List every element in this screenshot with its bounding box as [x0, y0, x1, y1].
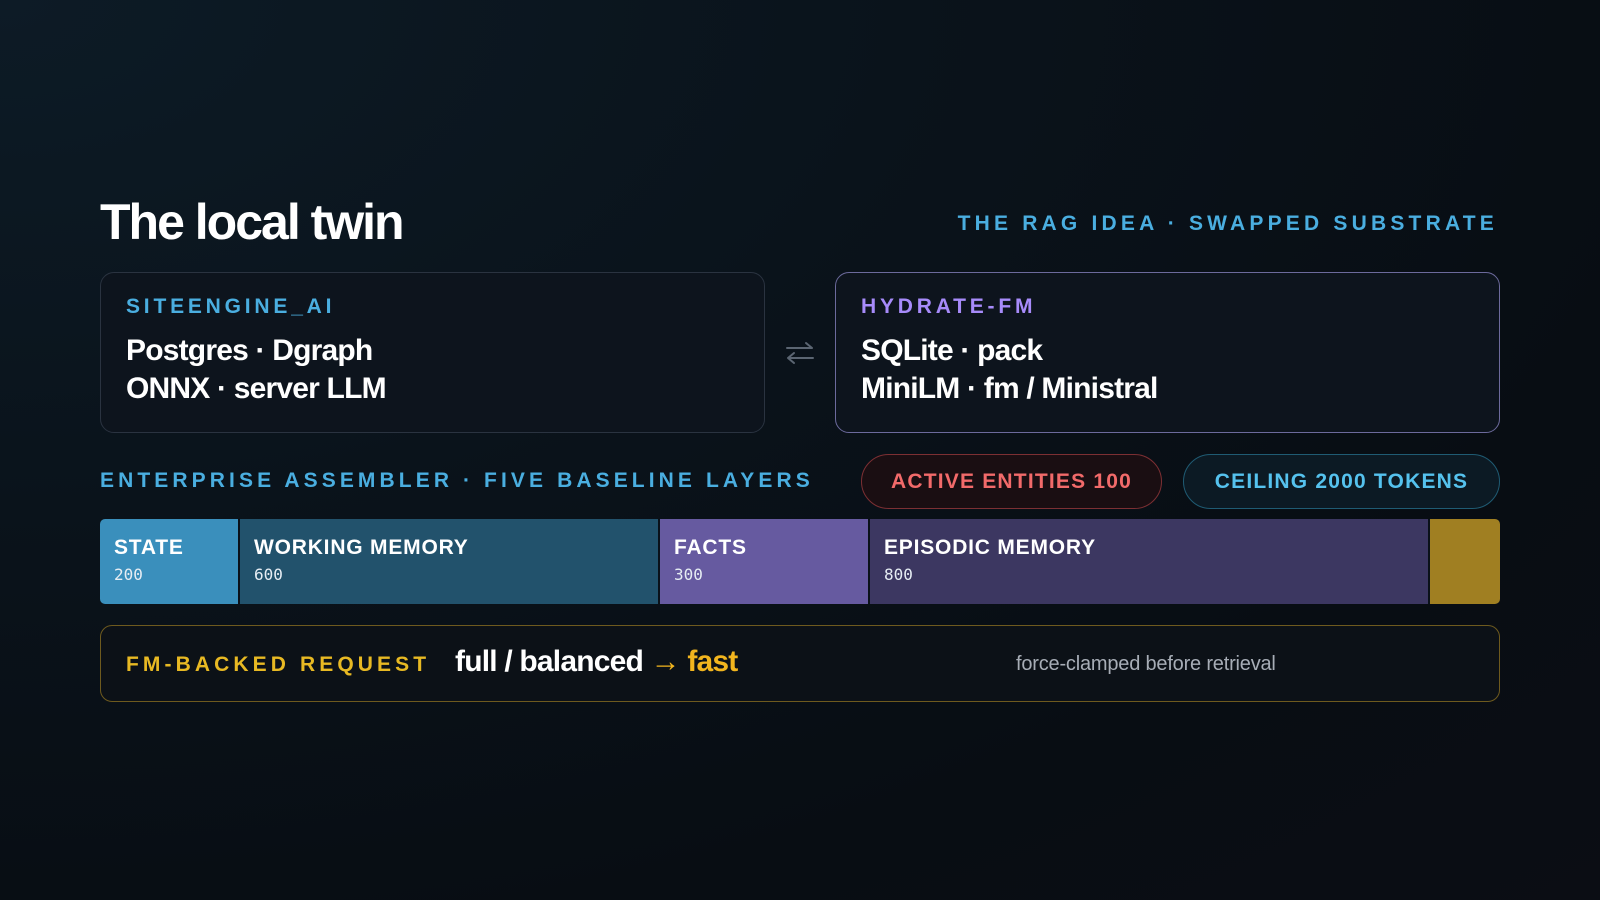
- layer-value: 600: [254, 565, 283, 584]
- ceiling-tokens-badge: CEILING 2000 TOKENS: [1183, 454, 1500, 509]
- card-siteengine: SITEENGINE_AI Postgres · Dgraph ONNX · s…: [100, 272, 765, 433]
- card-label: HYDRATE-FM: [861, 295, 1037, 318]
- request-note: force-clamped before retrieval: [1016, 653, 1276, 675]
- layer-value: 200: [114, 565, 143, 584]
- layer-value: 300: [674, 565, 703, 584]
- request-modes-text: full / balanced: [455, 645, 644, 678]
- request-modes: full / balanced → fast: [455, 645, 738, 679]
- card-label: SITEENGINE_AI: [126, 295, 336, 318]
- card-line: SQLite · pack: [861, 334, 1043, 367]
- layer-segment: WORKING MEMORY 600: [240, 519, 660, 604]
- slide-title: The local twin: [100, 194, 405, 250]
- request-target-mode: fast: [687, 645, 738, 678]
- token-budget-bar: STATE 200 WORKING MEMORY 600 FACTS 300 EPISODI…: [100, 519, 1500, 604]
- card-line: Postgres · Dgraph: [126, 334, 373, 367]
- active-entities-badge: ACTIVE ENTITIES 100: [861, 454, 1162, 509]
- fm-backed-request-panel: FM-BACKED REQUEST full / balanced → fast…: [100, 625, 1500, 702]
- layer-name: STATE: [114, 536, 184, 559]
- card-line: ONNX · server LLM: [126, 372, 387, 405]
- layers-label: ENTERPRISE ASSEMBLER · FIVE BASELINE LAY…: [100, 469, 814, 492]
- slide-kicker: THE RAG IDEA · SWAPPED SUBSTRATE: [957, 212, 1498, 235]
- layer-segment: STATE 200: [100, 519, 240, 604]
- card-line: MiniLM · fm / Ministral: [861, 372, 1158, 405]
- layer-name: WORKING MEMORY: [254, 536, 469, 559]
- layer-segment: [1430, 519, 1500, 604]
- right-arrow-icon: →: [650, 645, 681, 678]
- layer-segment: EPISODIC MEMORY 800: [870, 519, 1430, 604]
- layer-value: 800: [884, 565, 913, 584]
- request-label: FM-BACKED REQUEST: [126, 653, 431, 676]
- layer-name: EPISODIC MEMORY: [884, 536, 1096, 559]
- swap-arrows-icon: [786, 342, 814, 364]
- layer-segment: FACTS 300: [660, 519, 870, 604]
- layer-name: FACTS: [674, 536, 747, 559]
- card-hydrate-fm: HYDRATE-FM SQLite · pack MiniLM · fm / M…: [835, 272, 1500, 433]
